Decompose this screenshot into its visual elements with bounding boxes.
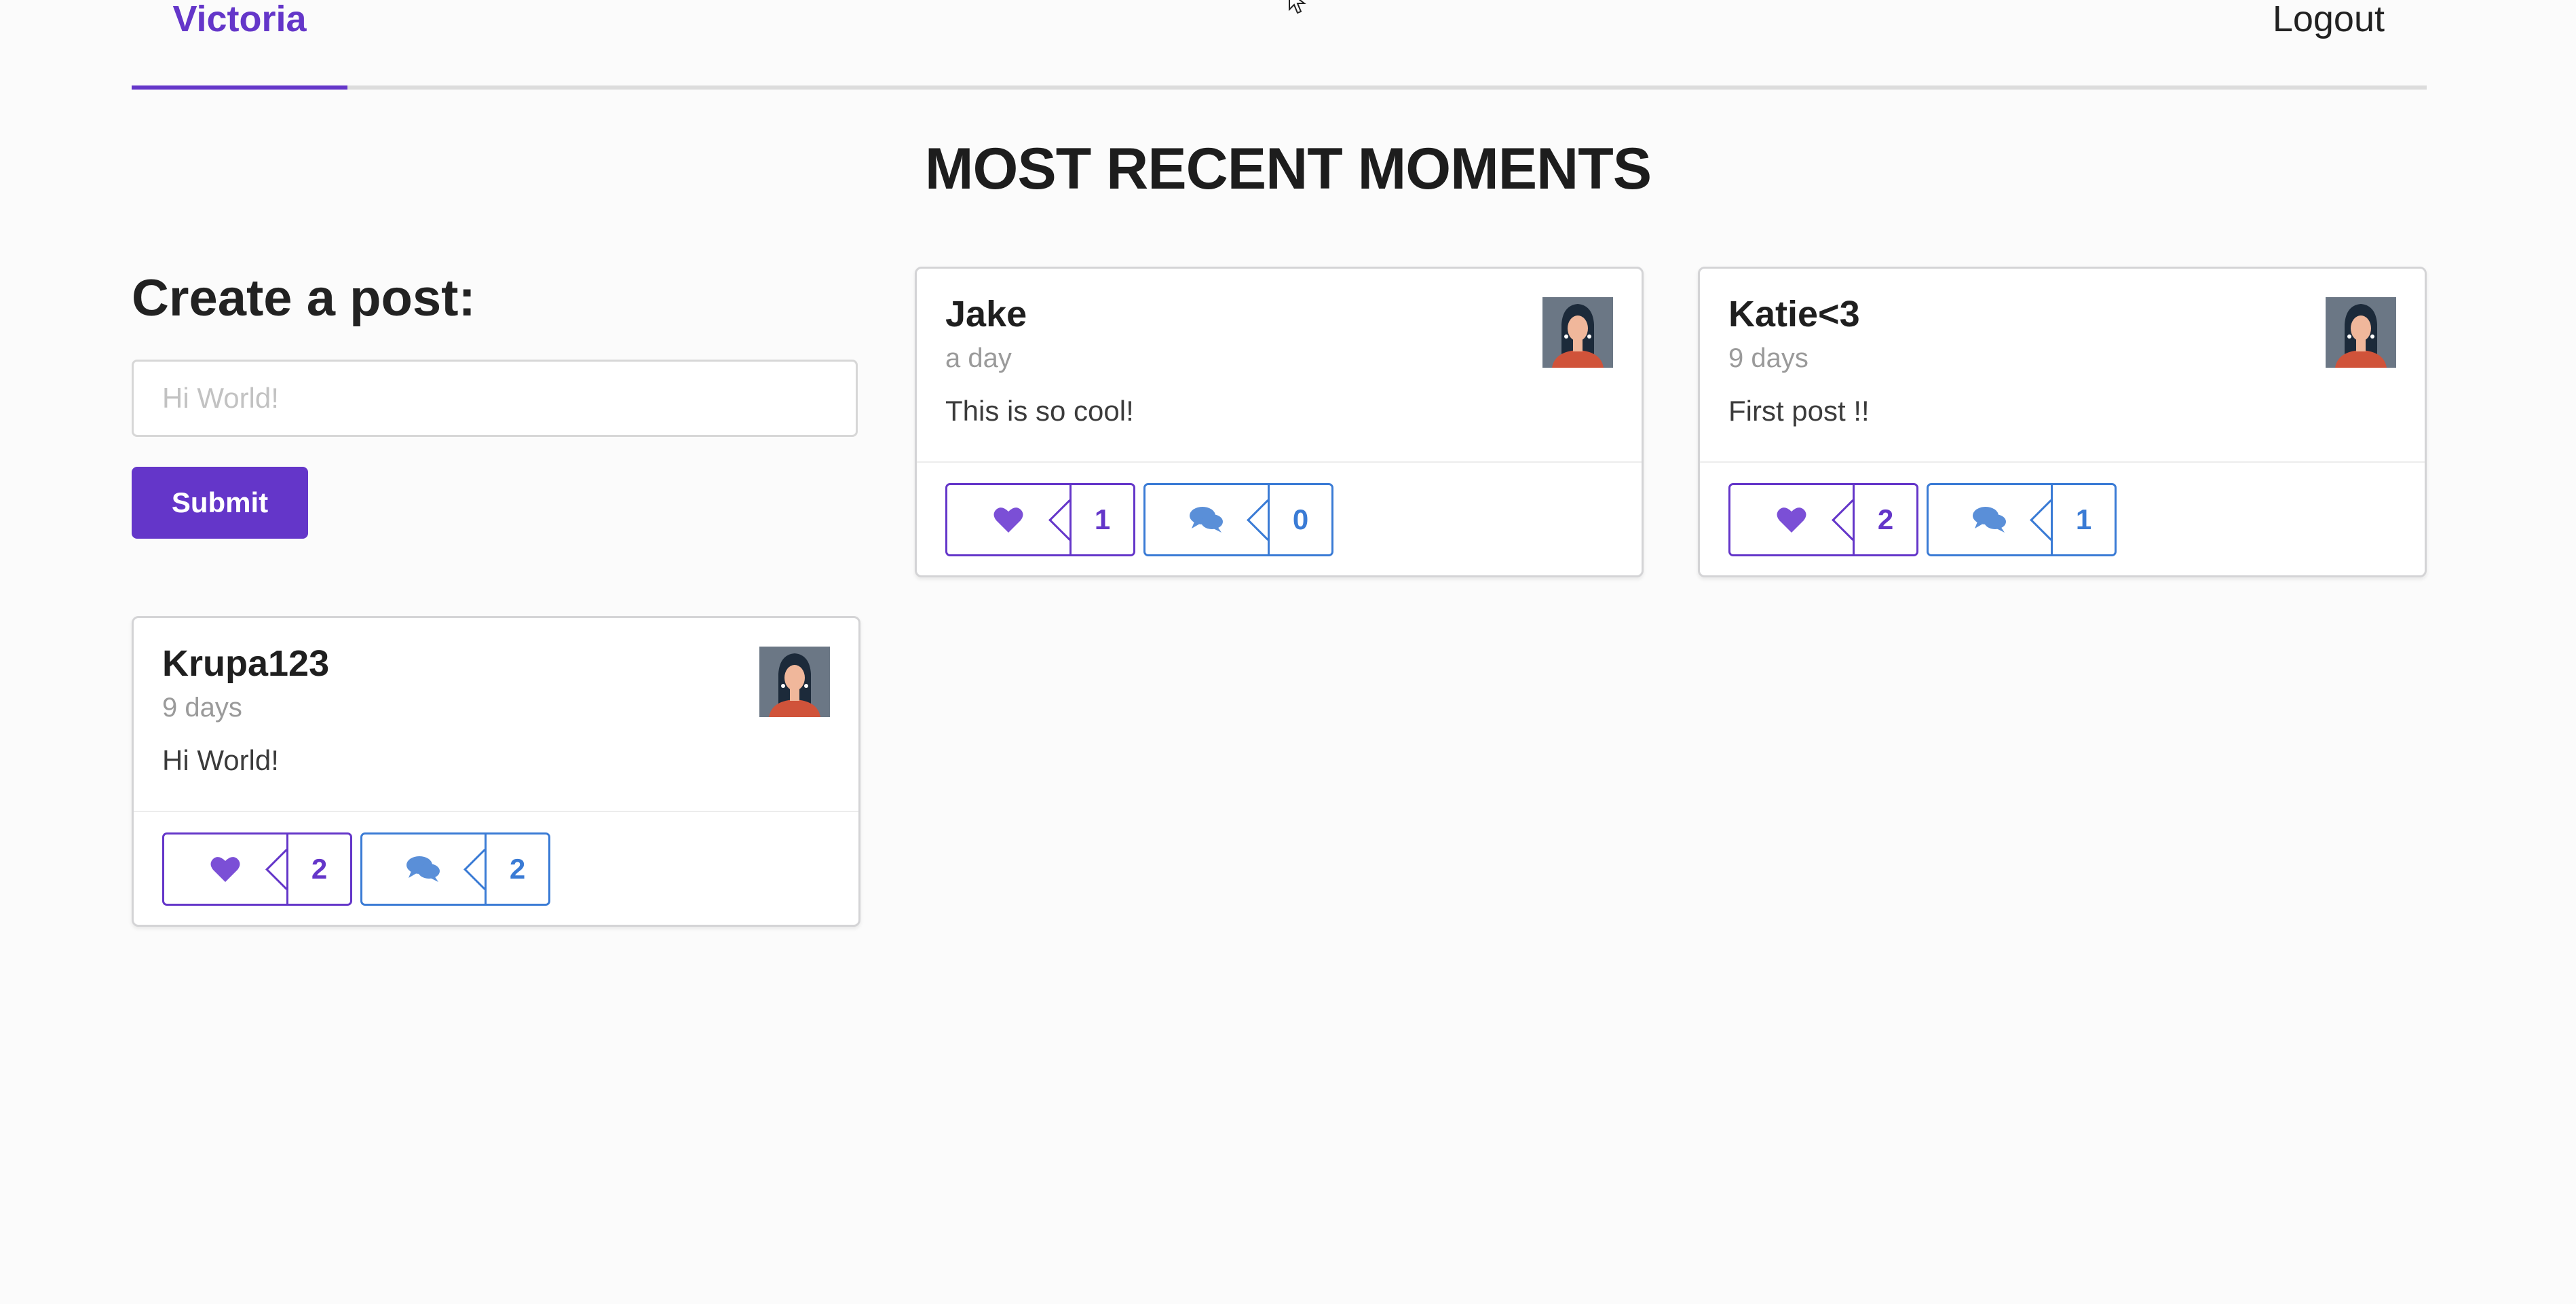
- like-count: 2: [311, 853, 328, 885]
- logout-link[interactable]: Logout: [2273, 0, 2385, 85]
- post-actions: 1 0: [945, 483, 1333, 556]
- nav-user-label: Victoria: [172, 0, 307, 39]
- post-author: Katie<3: [1728, 294, 1860, 334]
- post-author: Krupa123: [162, 643, 330, 684]
- post-time: a day: [945, 343, 1012, 373]
- create-post-heading: Create a post:: [132, 269, 476, 327]
- like-count: 2: [1877, 503, 1894, 535]
- nav-user-tab[interactable]: Victoria: [132, 0, 347, 90]
- post-author: Jake: [945, 294, 1027, 334]
- avatar: [2326, 297, 2396, 368]
- comment-button[interactable]: 0: [1143, 483, 1333, 556]
- comment-button[interactable]: 2: [360, 832, 550, 906]
- like-button[interactable]: 1: [945, 483, 1135, 556]
- post-input[interactable]: [132, 360, 858, 437]
- post-time: 9 days: [162, 693, 242, 723]
- page-title: MOST RECENT MOMENTS: [924, 136, 1652, 202]
- like-count: 1: [1094, 503, 1111, 535]
- post-actions: 2 1: [1728, 483, 2117, 556]
- post-card: Jake a day This is so cool! 1 0: [915, 267, 1644, 577]
- comment-count: 0: [1292, 503, 1309, 535]
- post-actions: 2 2: [162, 832, 550, 906]
- comment-button[interactable]: 1: [1927, 483, 2117, 556]
- post-card: Katie<3 9 days First post !! 2 1: [1698, 267, 2427, 577]
- avatar: [1542, 297, 1613, 368]
- logout-label: Logout: [2272, 0, 2385, 39]
- post-card-body: Krupa123 9 days Hi World!: [134, 618, 858, 812]
- post-text: First post !!: [1728, 395, 1870, 427]
- comment-count: 2: [509, 853, 526, 885]
- avatar: [759, 647, 830, 717]
- comment-count: 1: [2075, 503, 2092, 535]
- post-time: 9 days: [1728, 343, 1808, 373]
- post-card-body: Katie<3 9 days First post !!: [1700, 269, 2425, 463]
- post-card: Krupa123 9 days Hi World! 2 2: [132, 616, 860, 927]
- like-button[interactable]: 2: [162, 832, 352, 906]
- post-card-body: Jake a day This is so cool!: [917, 269, 1642, 463]
- post-text: Hi World!: [162, 744, 279, 776]
- submit-button[interactable]: Submit: [132, 467, 308, 539]
- post-text: This is so cool!: [945, 395, 1134, 427]
- like-button[interactable]: 2: [1728, 483, 1918, 556]
- top-nav: Victoria Logout: [132, 0, 2427, 90]
